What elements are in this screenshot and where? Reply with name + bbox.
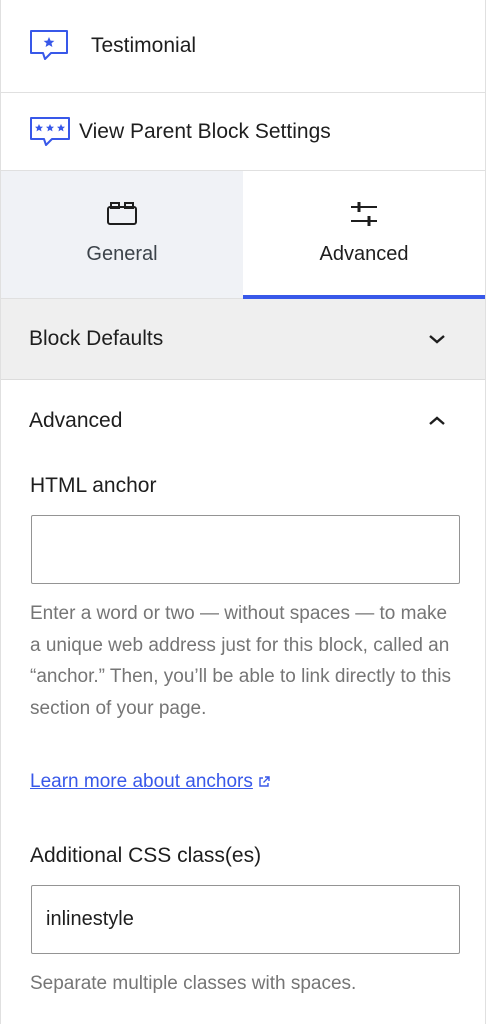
- block-inspector-panel: Testimonial View Parent Block Settings G…: [0, 0, 486, 1024]
- html-anchor-input[interactable]: [31, 515, 460, 584]
- css-classes-help: Separate multiple classes with spaces.: [30, 973, 357, 994]
- advanced-section-title: Advanced: [29, 409, 123, 432]
- testimonial-icon: [29, 29, 69, 63]
- settings-tabs: General Advanced: [1, 171, 485, 299]
- chevron-up-icon: [427, 415, 447, 427]
- advanced-section-toggle[interactable]: Advanced: [1, 381, 485, 461]
- chevron-down-icon: [427, 333, 447, 345]
- external-link-icon: [253, 775, 271, 789]
- view-parent-block-settings[interactable]: View Parent Block Settings: [1, 93, 485, 171]
- html-anchor-label: HTML anchor: [30, 474, 157, 497]
- block-defaults-title: Block Defaults: [29, 327, 164, 350]
- block-card: Testimonial: [1, 0, 485, 93]
- html-anchor-help: Enter a word or two — without spaces — t…: [30, 603, 452, 719]
- tab-advanced-label: Advanced: [319, 243, 409, 265]
- block-title: Testimonial: [91, 34, 197, 57]
- tab-advanced[interactable]: Advanced: [243, 171, 485, 299]
- learn-more-anchors-link[interactable]: Learn more about anchors: [30, 771, 271, 793]
- css-classes-label: Additional CSS class(es): [30, 844, 262, 867]
- general-tab-icon: [106, 201, 138, 227]
- learn-more-link-text: Learn more about anchors: [30, 771, 253, 792]
- css-classes-input[interactable]: [31, 885, 460, 954]
- tab-general-label: General: [86, 243, 158, 265]
- sliders-icon: [349, 201, 379, 227]
- block-defaults-toggle[interactable]: Block Defaults: [1, 299, 485, 380]
- parent-testimonials-icon: [29, 115, 71, 149]
- parent-link-label: View Parent Block Settings: [79, 119, 331, 143]
- tab-general[interactable]: General: [1, 171, 243, 298]
